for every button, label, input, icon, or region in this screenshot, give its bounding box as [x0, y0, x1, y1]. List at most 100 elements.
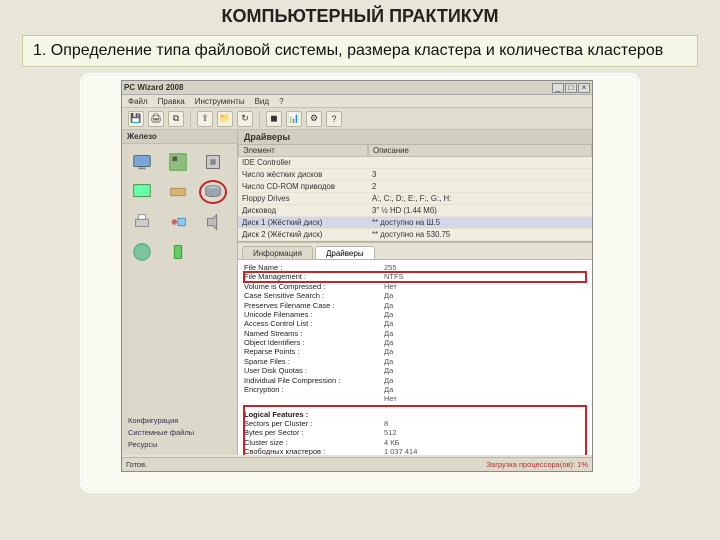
titlebar[interactable]: PC Wizard 2008 _ □ × — [122, 81, 592, 95]
devices-icon[interactable] — [164, 210, 192, 234]
detail-val: Да — [384, 291, 586, 300]
sidebar-link-resources[interactable]: Ресурсы — [128, 440, 231, 449]
menu-file[interactable]: Файл — [128, 97, 148, 106]
detail-val: Да — [384, 338, 586, 347]
detail-key: Access Control List : — [244, 319, 384, 328]
print-icon[interactable]: 🖨 — [148, 111, 164, 127]
network-icon[interactable] — [128, 240, 156, 264]
detail-val: 8 — [384, 419, 586, 428]
detail-val: Да — [384, 347, 586, 356]
multimedia-icon[interactable] — [199, 210, 227, 234]
detail-val: Нет — [384, 282, 586, 291]
detail-key: File Management : — [244, 272, 384, 281]
refresh-icon[interactable]: ↻ — [237, 111, 253, 127]
close-button[interactable]: × — [578, 83, 590, 93]
minimize-button[interactable]: _ — [552, 83, 564, 93]
sidebar-links: Конфигурация Системные файлы Ресурсы — [122, 412, 237, 455]
sidebar-header: Железо — [122, 130, 237, 144]
detail-val: Да — [384, 329, 586, 338]
printer-icon[interactable] — [128, 210, 156, 234]
menu-view[interactable]: Вид — [255, 97, 269, 106]
detail-key: Свободных кластеров : — [244, 447, 384, 455]
maximize-button[interactable]: □ — [565, 83, 577, 93]
detail-val: Да — [384, 319, 586, 328]
detail-key: Bytes per Sector : — [244, 428, 384, 437]
chart-icon[interactable]: 📊 — [286, 111, 302, 127]
detail-val: 512 — [384, 428, 586, 437]
cell[interactable]: Число CD-ROM приводов — [238, 181, 368, 193]
cell[interactable]: ** доступно на Ш.5 — [368, 217, 592, 229]
detail-key: Individual File Compression : — [244, 376, 384, 385]
cell[interactable]: 3" ½ HD (1.44 Мб) — [368, 205, 592, 217]
detail-key — [244, 394, 384, 403]
menu-tools[interactable]: Инструменты — [195, 97, 245, 106]
cell[interactable]: Floppy Drives — [238, 193, 368, 205]
detail-key: Unicode Filenames : — [244, 310, 384, 319]
pane-header: Драйверы — [238, 130, 592, 145]
cell[interactable] — [368, 157, 592, 169]
menu-help[interactable]: ? — [279, 97, 283, 106]
cell[interactable]: 2 — [368, 181, 592, 193]
menu-bar[interactable]: Файл Правка Инструменты Вид ? — [122, 95, 592, 108]
task-text: 1. Определение типа файловой системы, ра… — [22, 35, 698, 67]
col-element[interactable]: Элемент — [238, 145, 368, 157]
detail-val: 1 037 414 — [384, 447, 586, 455]
detail-val: 255 — [384, 263, 586, 272]
folder-icon[interactable]: 📁 — [217, 111, 233, 127]
status-cpu: Загрузка процессора(ов): 1% — [487, 460, 588, 469]
detail-key: Cluster size : — [244, 438, 384, 447]
display-icon[interactable] — [128, 180, 156, 204]
tab-info[interactable]: Информация — [242, 246, 313, 259]
detail-key: Reparse Points : — [244, 347, 384, 356]
detail-val: Нет — [384, 394, 586, 403]
detail-key: Object Identifiers : — [244, 338, 384, 347]
screenshot-frame: PC Wizard 2008 _ □ × Файл Правка Инструм… — [80, 73, 640, 493]
power-icon[interactable] — [164, 240, 192, 264]
main-pane: Драйверы Элемент Описание IDE Controller… — [238, 130, 592, 455]
cell[interactable]: Число жёстких дисков — [238, 169, 368, 181]
hardware-icon-grid — [122, 144, 237, 270]
detail-val: Да — [384, 301, 586, 310]
toolbar: 💾 🖨 ⧉ ⇪ 📁 ↻ ◼ 📊 ⚙ ? — [122, 108, 592, 130]
detail-val: Да — [384, 385, 586, 394]
detail-tabs: Информация Драйверы — [238, 242, 592, 259]
detail-key: File Name : — [244, 263, 384, 272]
element-grid: Элемент Описание IDE Controller Число жё… — [238, 145, 592, 242]
detail-val: 4 КБ — [384, 438, 586, 447]
cell[interactable]: Диск 1 (Жёсткий диск) — [238, 217, 368, 229]
summary-icon[interactable] — [128, 150, 156, 174]
cell[interactable]: IDE Controller — [238, 157, 368, 169]
stop-icon[interactable]: ◼ — [266, 111, 282, 127]
detail-panel[interactable]: File Name :255 File Management :NTFS Vol… — [238, 259, 592, 455]
drives-icon[interactable] — [199, 180, 227, 204]
save-icon[interactable]: 💾 — [128, 111, 144, 127]
motherboard-icon[interactable] — [164, 150, 192, 174]
slide-title: КОМПЬЮТЕРНЫЙ ПРАКТИКУМ — [0, 0, 720, 31]
cell[interactable]: A:, C:, D:, E:, F:, G:, H: — [368, 193, 592, 205]
cpu-icon[interactable] — [199, 150, 227, 174]
detail-val: Да — [384, 310, 586, 319]
detail-key: Volume is Compressed : — [244, 282, 384, 291]
cell[interactable]: Дисковод — [238, 205, 368, 217]
separator — [259, 111, 260, 127]
detail-key: User Disk Quotas : — [244, 366, 384, 375]
detail-val: Да — [384, 376, 586, 385]
detail-key: Sectors per Cluster : — [244, 419, 384, 428]
sidebar-link-sysfiles[interactable]: Системные файлы — [128, 428, 231, 437]
cell[interactable]: Диск 2 (Жёсткий диск) — [238, 229, 368, 241]
sidebar-link-config[interactable]: Конфигурация — [128, 416, 231, 425]
copy-icon[interactable]: ⧉ — [168, 111, 184, 127]
cell[interactable]: ** доступно на 530.75 — [368, 229, 592, 241]
io-icon[interactable] — [164, 180, 192, 204]
help-icon[interactable]: ? — [326, 111, 342, 127]
col-description[interactable]: Описание — [368, 145, 592, 157]
cell[interactable]: 3 — [368, 169, 592, 181]
export-icon[interactable]: ⇪ — [197, 111, 213, 127]
detail-key: Sparse Files : — [244, 357, 384, 366]
tool-icon[interactable]: ⚙ — [306, 111, 322, 127]
menu-edit[interactable]: Правка — [158, 97, 185, 106]
app-window: PC Wizard 2008 _ □ × Файл Правка Инструм… — [121, 80, 593, 472]
detail-key: Named Streams : — [244, 329, 384, 338]
tab-drivers[interactable]: Драйверы — [315, 246, 375, 259]
status-bar: Готов. Загрузка процессора(ов): 1% — [122, 457, 592, 471]
